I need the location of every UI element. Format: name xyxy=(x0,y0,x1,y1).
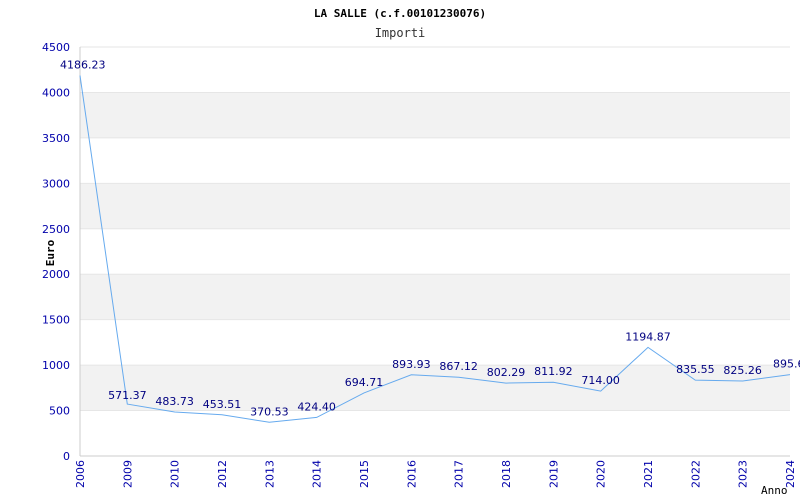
y-tick-label: 2000 xyxy=(42,268,70,281)
x-tick-labels: 2006 2009 2010 2012 2013 2014 2015 2016 2017 2018… xyxy=(74,460,797,488)
chart: 0 500 1000 1500 2000 2500 3000 3500 4000 4500 200… xyxy=(42,7,800,497)
x-tick-label: 2013 xyxy=(263,460,276,488)
x-tick-label: 2015 xyxy=(358,460,371,488)
data-label: 370.53 xyxy=(250,405,289,418)
x-tick-label: 2010 xyxy=(169,460,182,488)
data-label: 835.55 xyxy=(676,363,715,376)
y-tick-label: 500 xyxy=(49,405,70,418)
y-tick-label: 3000 xyxy=(42,177,70,190)
x-axis-label: Anno xyxy=(761,484,788,497)
data-label: 893.93 xyxy=(392,358,431,371)
y-tick-label: 1500 xyxy=(42,314,70,327)
x-tick-label: 2020 xyxy=(595,460,608,488)
data-label: 714.00 xyxy=(581,374,620,387)
data-label: 1194.87 xyxy=(625,330,671,343)
data-label: 867.12 xyxy=(439,360,478,373)
data-label: 802.29 xyxy=(487,366,526,379)
data-label: 483.73 xyxy=(155,395,194,408)
data-label: 4186.23 xyxy=(60,59,106,72)
y-axis-label: Euro xyxy=(44,239,57,266)
x-tick-label: 2023 xyxy=(737,460,750,488)
data-label: 811.92 xyxy=(534,365,573,378)
x-tick-label: 2009 xyxy=(121,460,134,488)
grid-band xyxy=(80,183,790,229)
x-tick-label: 2014 xyxy=(311,460,324,488)
data-label: 453.51 xyxy=(203,398,242,411)
data-label: 694.71 xyxy=(345,376,384,389)
chart-subtitle: Importi xyxy=(375,26,426,40)
x-tick-label: 2022 xyxy=(689,460,702,488)
y-tick-label: 4500 xyxy=(42,41,70,54)
y-tick-label: 2500 xyxy=(42,223,70,236)
y-tick-label: 0 xyxy=(63,450,70,463)
chart-title: LA SALLE (c.f.00101230076) xyxy=(314,7,486,20)
data-label: 424.40 xyxy=(297,400,336,413)
y-tick-label: 4000 xyxy=(42,86,70,99)
x-tick-label: 2017 xyxy=(453,460,466,488)
y-tick-label: 3500 xyxy=(42,132,70,145)
y-tick-label: 1000 xyxy=(42,359,70,372)
x-tick-label: 2021 xyxy=(642,460,655,488)
grid-band xyxy=(80,92,790,138)
data-label: 825.26 xyxy=(723,364,762,377)
x-tick-label: 2012 xyxy=(216,460,229,488)
x-tick-label: 2006 xyxy=(74,460,87,488)
data-label: 895.6 xyxy=(773,358,800,371)
x-tick-label: 2018 xyxy=(500,460,513,488)
x-tick-label: 2019 xyxy=(547,460,560,488)
grid-band xyxy=(80,274,790,320)
x-tick-label: 2016 xyxy=(405,460,418,488)
data-label: 571.37 xyxy=(108,389,147,402)
